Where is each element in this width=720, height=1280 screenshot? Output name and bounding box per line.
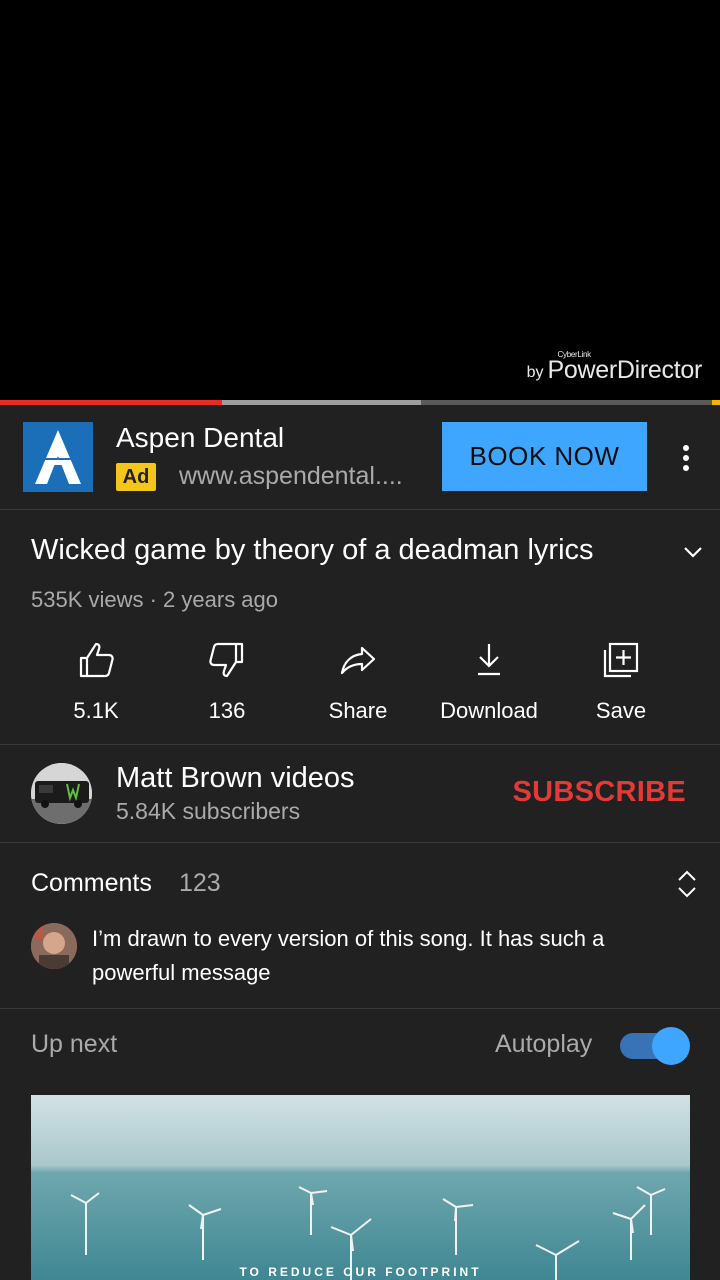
action-row: 5.1K 136 Share Download Save: [0, 640, 720, 745]
channel-avatar[interactable]: [31, 763, 92, 824]
watermark-cyberlink: CyberLink: [557, 350, 592, 359]
commenter-avatar: [31, 923, 77, 969]
like-button[interactable]: 5.1K: [30, 640, 162, 730]
video-player[interactable]: by CyberLink PowerDirector: [0, 0, 720, 402]
channel-name[interactable]: Matt Brown videos: [116, 762, 355, 795]
video-meta: 535K views · 2 years ago: [31, 587, 279, 612]
dislike-count: 136: [208, 698, 246, 723]
thumb-down-icon: [209, 642, 244, 678]
thumb-up-icon: [79, 642, 114, 678]
unfold-icon[interactable]: [676, 868, 698, 900]
download-button[interactable]: Download: [423, 640, 555, 730]
book-now-button[interactable]: BOOK NOW: [442, 422, 647, 491]
autoplay-knob: [652, 1027, 690, 1065]
subscribe-button[interactable]: SUBSCRIBE: [513, 776, 687, 809]
comments-count: 123: [179, 869, 221, 897]
dislike-button[interactable]: 136: [161, 640, 293, 730]
top-comment-text: I’m drawn to every version of this song.…: [92, 926, 605, 985]
up-next-thumbnail[interactable]: TO REDUCE OUR FOOTPRINT: [31, 1095, 690, 1280]
powerdirector-watermark: by CyberLink PowerDirector: [526, 350, 703, 385]
comments-heading: Comments: [31, 869, 152, 897]
ad-title[interactable]: Aspen Dental: [116, 422, 284, 454]
download-label: Download: [440, 698, 538, 723]
ad-badge: Ad: [116, 463, 156, 491]
playlist-add-icon: [603, 642, 639, 678]
autoplay-toggle[interactable]: [620, 1027, 690, 1065]
ad-banner[interactable]: Aspen Dental Ad www.aspendental.... BOOK…: [0, 405, 720, 510]
ad-url[interactable]: www.aspendental....: [179, 462, 424, 491]
like-count: 5.1K: [73, 698, 119, 723]
video-title[interactable]: Wicked game by theory of a deadman lyric…: [31, 534, 661, 567]
chevron-down-icon[interactable]: [681, 540, 705, 564]
watermark-brand: CyberLink PowerDirector: [547, 350, 703, 385]
more-vert-icon[interactable]: [676, 443, 696, 473]
share-button[interactable]: Share: [292, 640, 424, 730]
download-icon: [478, 644, 500, 676]
watermark-brand-text: PowerDirector: [547, 356, 703, 384]
save-label: Save: [595, 698, 647, 723]
autoplay-label: Autoplay: [495, 1030, 593, 1058]
channel-row[interactable]: Matt Brown videos 5.84K subscribers SUBS…: [0, 746, 720, 843]
save-button[interactable]: Save: [555, 640, 687, 730]
share-label: Share: [328, 698, 388, 723]
up-next-label: Up next: [31, 1030, 118, 1058]
comments-section[interactable]: Comments 123 I’m drawn to every version …: [0, 844, 720, 1009]
watermark-by: by: [526, 364, 544, 381]
subscriber-count: 5.84K subscribers: [116, 798, 301, 824]
aspen-dental-logo[interactable]: [23, 422, 93, 492]
share-arrow-icon: [340, 646, 376, 675]
thumbnail-caption: TO REDUCE OUR FOOTPRINT: [239, 1265, 482, 1279]
